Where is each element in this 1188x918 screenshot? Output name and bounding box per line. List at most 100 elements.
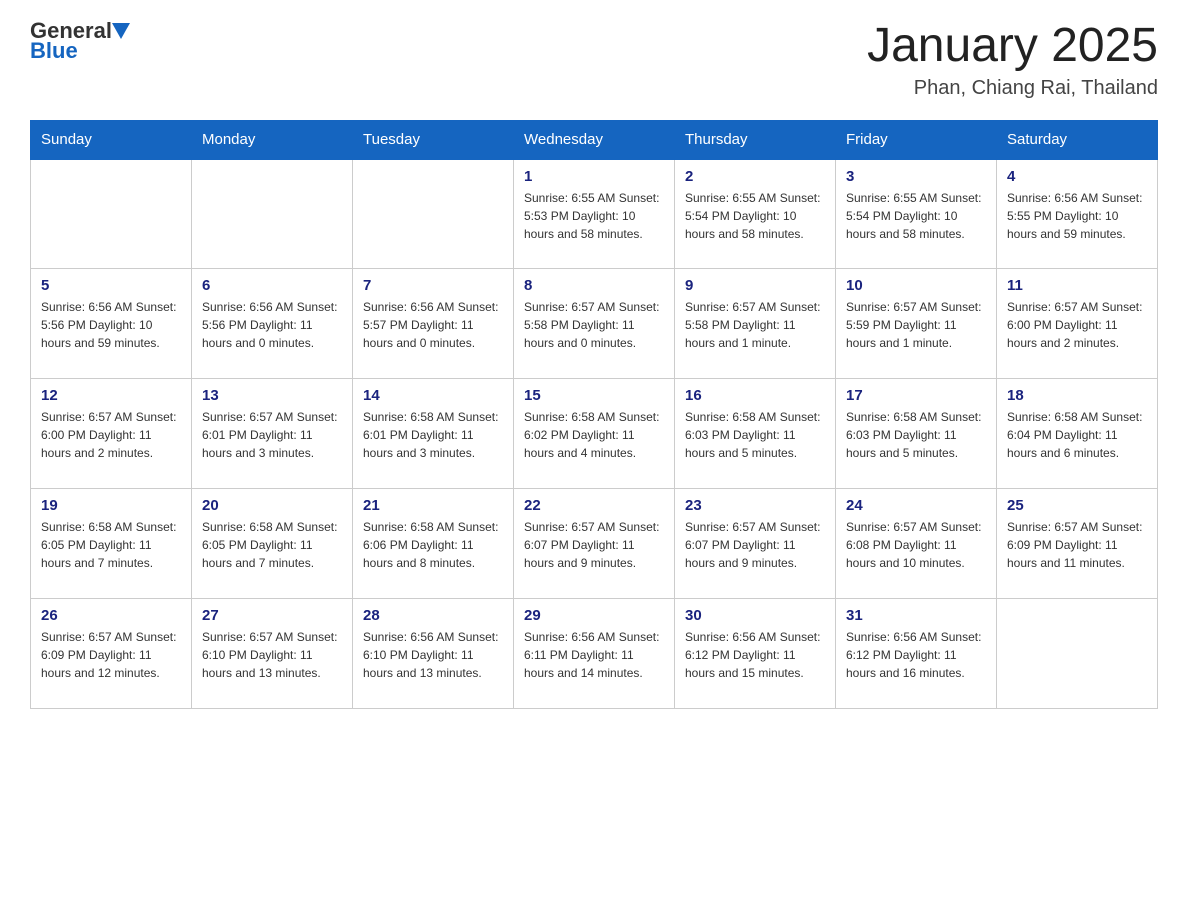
table-row: 2 Sunrise: 6:55 AM Sunset: 5:54 PM Daylig… [675,159,836,269]
table-row: 26 Sunrise: 6:57 AM Sunset: 6:09 PM Dayli… [31,599,192,709]
day-number: 20 [202,497,342,514]
header-sunday: Sunday [31,120,192,159]
day-number: 10 [846,277,986,294]
day-info: Sunrise: 6:56 AM Sunset: 6:11 PM Dayligh… [524,628,664,682]
day-number: 17 [846,387,986,404]
calendar-week-row: 12 Sunrise: 6:57 AM Sunset: 6:00 PM Dayli… [31,379,1158,489]
table-row [353,159,514,269]
table-row: 9 Sunrise: 6:57 AM Sunset: 5:58 PM Daylig… [675,269,836,379]
day-number: 4 [1007,168,1147,185]
day-info: Sunrise: 6:55 AM Sunset: 5:53 PM Dayligh… [524,189,664,243]
day-info: Sunrise: 6:57 AM Sunset: 6:09 PM Dayligh… [41,628,181,682]
day-info: Sunrise: 6:55 AM Sunset: 5:54 PM Dayligh… [846,189,986,243]
table-row: 17Sunrise: 6:58 AM Sunset: 6:03 PM Dayli… [836,379,997,489]
table-row [31,159,192,269]
day-info: Sunrise: 6:57 AM Sunset: 6:00 PM Dayligh… [41,408,181,462]
table-row: 28 Sunrise: 6:56 AM Sunset: 6:10 PM Dayli… [353,599,514,709]
day-number: 15 [524,387,664,404]
table-row: 8 Sunrise: 6:57 AM Sunset: 5:58 PM Daylig… [514,269,675,379]
header-friday: Friday [836,120,997,159]
day-number: 12 [41,387,181,404]
day-number: 19 [41,497,181,514]
table-row: 1 Sunrise: 6:55 AM Sunset: 5:53 PM Daylig… [514,159,675,269]
day-info: Sunrise: 6:57 AM Sunset: 6:10 PM Dayligh… [202,628,342,682]
day-number: 21 [363,497,503,514]
day-info: Sunrise: 6:57 AM Sunset: 5:58 PM Dayligh… [685,298,825,352]
day-info: Sunrise: 6:58 AM Sunset: 6:04 PM Dayligh… [1007,408,1147,462]
day-number: 1 [524,168,664,185]
day-info: Sunrise: 6:55 AM Sunset: 5:54 PM Dayligh… [685,189,825,243]
calendar-header-row: Sunday Monday Tuesday Wednesday Thursday… [31,120,1158,159]
day-number: 23 [685,497,825,514]
day-info: Sunrise: 6:57 AM Sunset: 6:07 PM Dayligh… [685,518,825,572]
table-row [997,599,1158,709]
calendar-week-row: 1 Sunrise: 6:55 AM Sunset: 5:53 PM Daylig… [31,159,1158,269]
day-info: Sunrise: 6:58 AM Sunset: 6:01 PM Dayligh… [363,408,503,462]
day-number: 29 [524,607,664,624]
header-thursday: Thursday [675,120,836,159]
day-number: 30 [685,607,825,624]
day-info: Sunrise: 6:58 AM Sunset: 6:03 PM Dayligh… [685,408,825,462]
day-number: 14 [363,387,503,404]
day-number: 28 [363,607,503,624]
table-row: 15 Sunrise: 6:58 AM Sunset: 6:02 PM Dayli… [514,379,675,489]
table-row: 6Sunrise: 6:56 AM Sunset: 5:56 PM Daylig… [192,269,353,379]
day-number: 24 [846,497,986,514]
day-number: 11 [1007,277,1147,294]
day-info: Sunrise: 6:56 AM Sunset: 6:12 PM Dayligh… [846,628,986,682]
day-number: 13 [202,387,342,404]
page-header: General Blue January 2025 Phan, Chiang R… [30,20,1158,100]
table-row: 18 Sunrise: 6:58 AM Sunset: 6:04 PM Dayli… [997,379,1158,489]
day-number: 18 [1007,387,1147,404]
day-info: Sunrise: 6:57 AM Sunset: 6:01 PM Dayligh… [202,408,342,462]
table-row: 21Sunrise: 6:58 AM Sunset: 6:06 PM Dayli… [353,489,514,599]
calendar-week-row: 5Sunrise: 6:56 AM Sunset: 5:56 PM Daylig… [31,269,1158,379]
header-saturday: Saturday [997,120,1158,159]
day-number: 2 [685,168,825,185]
table-row: 13 Sunrise: 6:57 AM Sunset: 6:01 PM Dayli… [192,379,353,489]
table-row: 11Sunrise: 6:57 AM Sunset: 6:00 PM Dayli… [997,269,1158,379]
table-row: 19 Sunrise: 6:58 AM Sunset: 6:05 PM Dayli… [31,489,192,599]
day-number: 22 [524,497,664,514]
calendar-table: Sunday Monday Tuesday Wednesday Thursday… [30,120,1158,710]
day-number: 16 [685,387,825,404]
calendar-subtitle: Phan, Chiang Rai, Thailand [867,77,1158,100]
day-info: Sunrise: 6:57 AM Sunset: 6:08 PM Dayligh… [846,518,986,572]
table-row: 10Sunrise: 6:57 AM Sunset: 5:59 PM Dayli… [836,269,997,379]
day-number: 7 [363,277,503,294]
day-number: 31 [846,607,986,624]
day-info: Sunrise: 6:57 AM Sunset: 6:07 PM Dayligh… [524,518,664,572]
calendar-title: January 2025 [867,20,1158,73]
table-row: 12 Sunrise: 6:57 AM Sunset: 6:00 PM Dayli… [31,379,192,489]
table-row: 31 Sunrise: 6:56 AM Sunset: 6:12 PM Dayli… [836,599,997,709]
day-number: 27 [202,607,342,624]
day-info: Sunrise: 6:57 AM Sunset: 6:09 PM Dayligh… [1007,518,1147,572]
table-row: 7 Sunrise: 6:56 AM Sunset: 5:57 PM Daylig… [353,269,514,379]
day-info: Sunrise: 6:56 AM Sunset: 5:55 PM Dayligh… [1007,189,1147,243]
day-number: 6 [202,277,342,294]
day-info: Sunrise: 6:58 AM Sunset: 6:05 PM Dayligh… [41,518,181,572]
day-info: Sunrise: 6:56 AM Sunset: 6:10 PM Dayligh… [363,628,503,682]
table-row: 27 Sunrise: 6:57 AM Sunset: 6:10 PM Dayli… [192,599,353,709]
day-number: 9 [685,277,825,294]
logo-blue-text: Blue [30,38,78,63]
logo: General Blue [30,20,132,62]
table-row: 16 Sunrise: 6:58 AM Sunset: 6:03 PM Dayli… [675,379,836,489]
day-info: Sunrise: 6:58 AM Sunset: 6:02 PM Dayligh… [524,408,664,462]
table-row: 20Sunrise: 6:58 AM Sunset: 6:05 PM Dayli… [192,489,353,599]
day-number: 5 [41,277,181,294]
day-number: 26 [41,607,181,624]
table-row: 14 Sunrise: 6:58 AM Sunset: 6:01 PM Dayli… [353,379,514,489]
header-tuesday: Tuesday [353,120,514,159]
table-row: 22 Sunrise: 6:57 AM Sunset: 6:07 PM Dayli… [514,489,675,599]
day-number: 3 [846,168,986,185]
table-row: 4 Sunrise: 6:56 AM Sunset: 5:55 PM Daylig… [997,159,1158,269]
table-row: 25 Sunrise: 6:57 AM Sunset: 6:09 PM Dayli… [997,489,1158,599]
calendar-week-row: 26 Sunrise: 6:57 AM Sunset: 6:09 PM Dayli… [31,599,1158,709]
header-wednesday: Wednesday [514,120,675,159]
day-info: Sunrise: 6:57 AM Sunset: 5:58 PM Dayligh… [524,298,664,352]
day-info: Sunrise: 6:56 AM Sunset: 5:57 PM Dayligh… [363,298,503,352]
day-number: 8 [524,277,664,294]
day-number: 25 [1007,497,1147,514]
calendar-week-row: 19 Sunrise: 6:58 AM Sunset: 6:05 PM Dayli… [31,489,1158,599]
